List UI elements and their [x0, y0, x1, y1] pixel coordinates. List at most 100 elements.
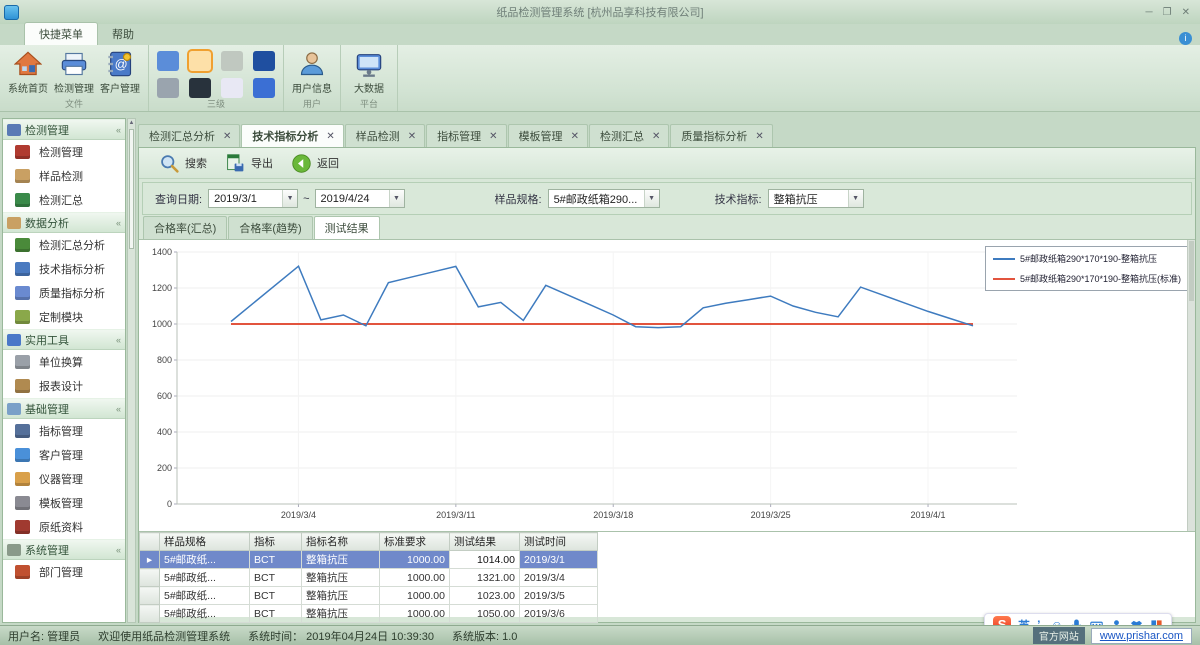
sidebar-item-样品检测[interactable]: 样品检测 [3, 164, 125, 188]
cell[interactable]: 2019/3/1 [520, 551, 598, 569]
spec-select[interactable]: 5#邮政纸箱290... ▼ [548, 189, 660, 208]
tab-检测汇总[interactable]: 检测汇总✕ [589, 124, 669, 147]
cell[interactable]: 1000.00 [380, 569, 450, 587]
tab-质量指标分析[interactable]: 质量指标分析✕ [670, 124, 772, 147]
column-header-测试结果[interactable]: 测试结果 [450, 533, 520, 551]
collapse-icon[interactable]: « [116, 335, 121, 345]
date-from-picker[interactable]: 2019/3/1 ▼ [208, 189, 298, 208]
cell[interactable]: 整箱抗压 [302, 587, 380, 605]
tab-指标管理[interactable]: 指标管理✕ [426, 124, 506, 147]
cell[interactable]: 整箱抗压 [302, 569, 380, 587]
back-button[interactable]: 返回 [285, 151, 345, 176]
tab-模板管理[interactable]: 模板管理✕ [508, 124, 588, 147]
ribbon-button-系统首页[interactable]: 系统首页 [6, 47, 50, 99]
tab-检测汇总分析[interactable]: 检测汇总分析✕ [138, 124, 240, 147]
cell[interactable]: 1000.00 [380, 605, 450, 623]
star-icon[interactable] [253, 78, 275, 98]
cell[interactable]: 5#邮政纸... [160, 605, 250, 623]
sidebar-item-定制模块[interactable]: 定制模块 [3, 305, 125, 329]
sidebar-group-基础管理[interactable]: 基础管理« [3, 398, 125, 419]
sidebar-item-指标管理[interactable]: 指标管理 [3, 419, 125, 443]
close-button[interactable]: ✕ [1182, 7, 1190, 18]
tab-close-icon[interactable]: ✕ [489, 131, 497, 142]
column-header-指标名称[interactable]: 指标名称 [302, 533, 380, 551]
subtab-合格率(汇总)[interactable]: 合格率(汇总) [143, 216, 227, 239]
table-row[interactable]: 5#邮政纸...BCT整箱抗压1000.001321.002019/3/4 [140, 569, 598, 587]
collapse-icon[interactable]: « [116, 218, 121, 228]
tab-close-icon[interactable]: ✕ [326, 131, 334, 142]
tab-close-icon[interactable]: ✕ [571, 131, 579, 142]
sidebar-item-模板管理[interactable]: 模板管理 [3, 491, 125, 515]
pie-icon[interactable] [157, 78, 179, 98]
scroll-thumb[interactable] [129, 129, 134, 249]
sidebar-item-质量指标分析[interactable]: 质量指标分析 [3, 281, 125, 305]
sidebar-item-客户管理[interactable]: 客户管理 [3, 443, 125, 467]
cell[interactable]: BCT [250, 605, 302, 623]
cell[interactable]: 1014.00 [450, 551, 520, 569]
report-icon[interactable] [189, 51, 211, 71]
search-button[interactable]: 搜索 [153, 151, 213, 176]
cell[interactable]: 5#邮政纸... [160, 569, 250, 587]
ribbon-button-大数据[interactable]: 大数据 [347, 47, 391, 99]
ribbon-button-检测管理[interactable]: 检测管理 [52, 47, 96, 99]
cell[interactable]: 1050.00 [450, 605, 520, 623]
cube-icon[interactable] [221, 51, 243, 71]
column-header-指标[interactable]: 指标 [250, 533, 302, 551]
maximize-button[interactable]: ❐ [1163, 7, 1172, 18]
tab-close-icon[interactable]: ✕ [223, 131, 231, 142]
column-header-样品规格[interactable]: 样品规格 [160, 533, 250, 551]
export-button[interactable]: 导出 [219, 151, 279, 176]
sidebar-scrollbar[interactable]: ▲ [127, 118, 136, 623]
scroll-up-icon[interactable]: ▲ [128, 119, 135, 128]
cell[interactable]: 2019/3/5 [520, 587, 598, 605]
tab-技术指标分析[interactable]: 技术指标分析✕ [241, 124, 343, 147]
indicator-select[interactable]: 整箱抗压 ▼ [768, 189, 864, 208]
sidebar-item-检测汇总[interactable]: 检测汇总 [3, 188, 125, 212]
sidebar-item-原纸资料[interactable]: 原纸资料 [3, 515, 125, 539]
ribbon-button-用户信息[interactable]: 用户信息 [290, 47, 334, 99]
ribbon-tab-help[interactable]: 帮助 [98, 23, 148, 45]
star-frame-icon[interactable] [221, 78, 243, 98]
ribbon-button-客户管理[interactable]: @客户管理 [98, 47, 142, 99]
tab-样品检测[interactable]: 样品检测✕ [345, 124, 425, 147]
collapse-icon[interactable]: « [116, 404, 121, 414]
sphere-icon[interactable] [189, 78, 211, 98]
help-icon[interactable]: i [1179, 32, 1192, 45]
table-row[interactable]: 5#邮政纸...BCT整箱抗压1000.001050.002019/3/6 [140, 605, 598, 623]
doc-icon[interactable] [157, 51, 179, 71]
sidebar-item-部门管理[interactable]: 部门管理 [3, 560, 125, 584]
sidebar-item-检测管理[interactable]: 检测管理 [3, 140, 125, 164]
sidebar-item-单位换算[interactable]: 单位换算 [3, 350, 125, 374]
cell[interactable]: 1023.00 [450, 587, 520, 605]
sidebar-item-技术指标分析[interactable]: 技术指标分析 [3, 257, 125, 281]
sidebar-item-检测汇总分析[interactable]: 检测汇总分析 [3, 233, 125, 257]
cell[interactable]: BCT [250, 551, 302, 569]
sidebar-item-仪器管理[interactable]: 仪器管理 [3, 467, 125, 491]
tab-close-icon[interactable]: ✕ [408, 131, 416, 142]
date-to-picker[interactable]: 2019/4/24 ▼ [315, 189, 405, 208]
chevron-down-icon[interactable]: ▼ [389, 190, 404, 207]
official-site-link[interactable]: www.prishar.com [1091, 628, 1192, 644]
cell[interactable]: BCT [250, 587, 302, 605]
table-row[interactable]: ▸5#邮政纸...BCT整箱抗压1000.001014.002019/3/1 [140, 551, 598, 569]
cell[interactable]: 1000.00 [380, 587, 450, 605]
cell[interactable]: 1321.00 [450, 569, 520, 587]
cell[interactable]: 整箱抗压 [302, 605, 380, 623]
cell[interactable]: 1000.00 [380, 551, 450, 569]
sidebar-group-数据分析[interactable]: 数据分析« [3, 212, 125, 233]
subtab-测试结果[interactable]: 测试结果 [314, 216, 380, 239]
cell[interactable]: 5#邮政纸... [160, 551, 250, 569]
cell[interactable]: 2019/3/6 [520, 605, 598, 623]
collapse-icon[interactable]: « [116, 125, 121, 135]
seven-icon[interactable] [253, 51, 275, 71]
sidebar-group-实用工具[interactable]: 实用工具« [3, 329, 125, 350]
chevron-down-icon[interactable]: ▼ [848, 190, 863, 207]
tab-close-icon[interactable]: ✕ [755, 131, 763, 142]
chevron-down-icon[interactable]: ▼ [282, 190, 297, 207]
column-header-测试时间[interactable]: 测试时间 [520, 533, 598, 551]
sidebar-group-系统管理[interactable]: 系统管理« [3, 539, 125, 560]
sidebar-item-报表设计[interactable]: 报表设计 [3, 374, 125, 398]
table-row[interactable]: 5#邮政纸...BCT整箱抗压1000.001023.002019/3/5 [140, 587, 598, 605]
scroll-thumb[interactable] [1189, 241, 1194, 301]
cell[interactable]: BCT [250, 569, 302, 587]
